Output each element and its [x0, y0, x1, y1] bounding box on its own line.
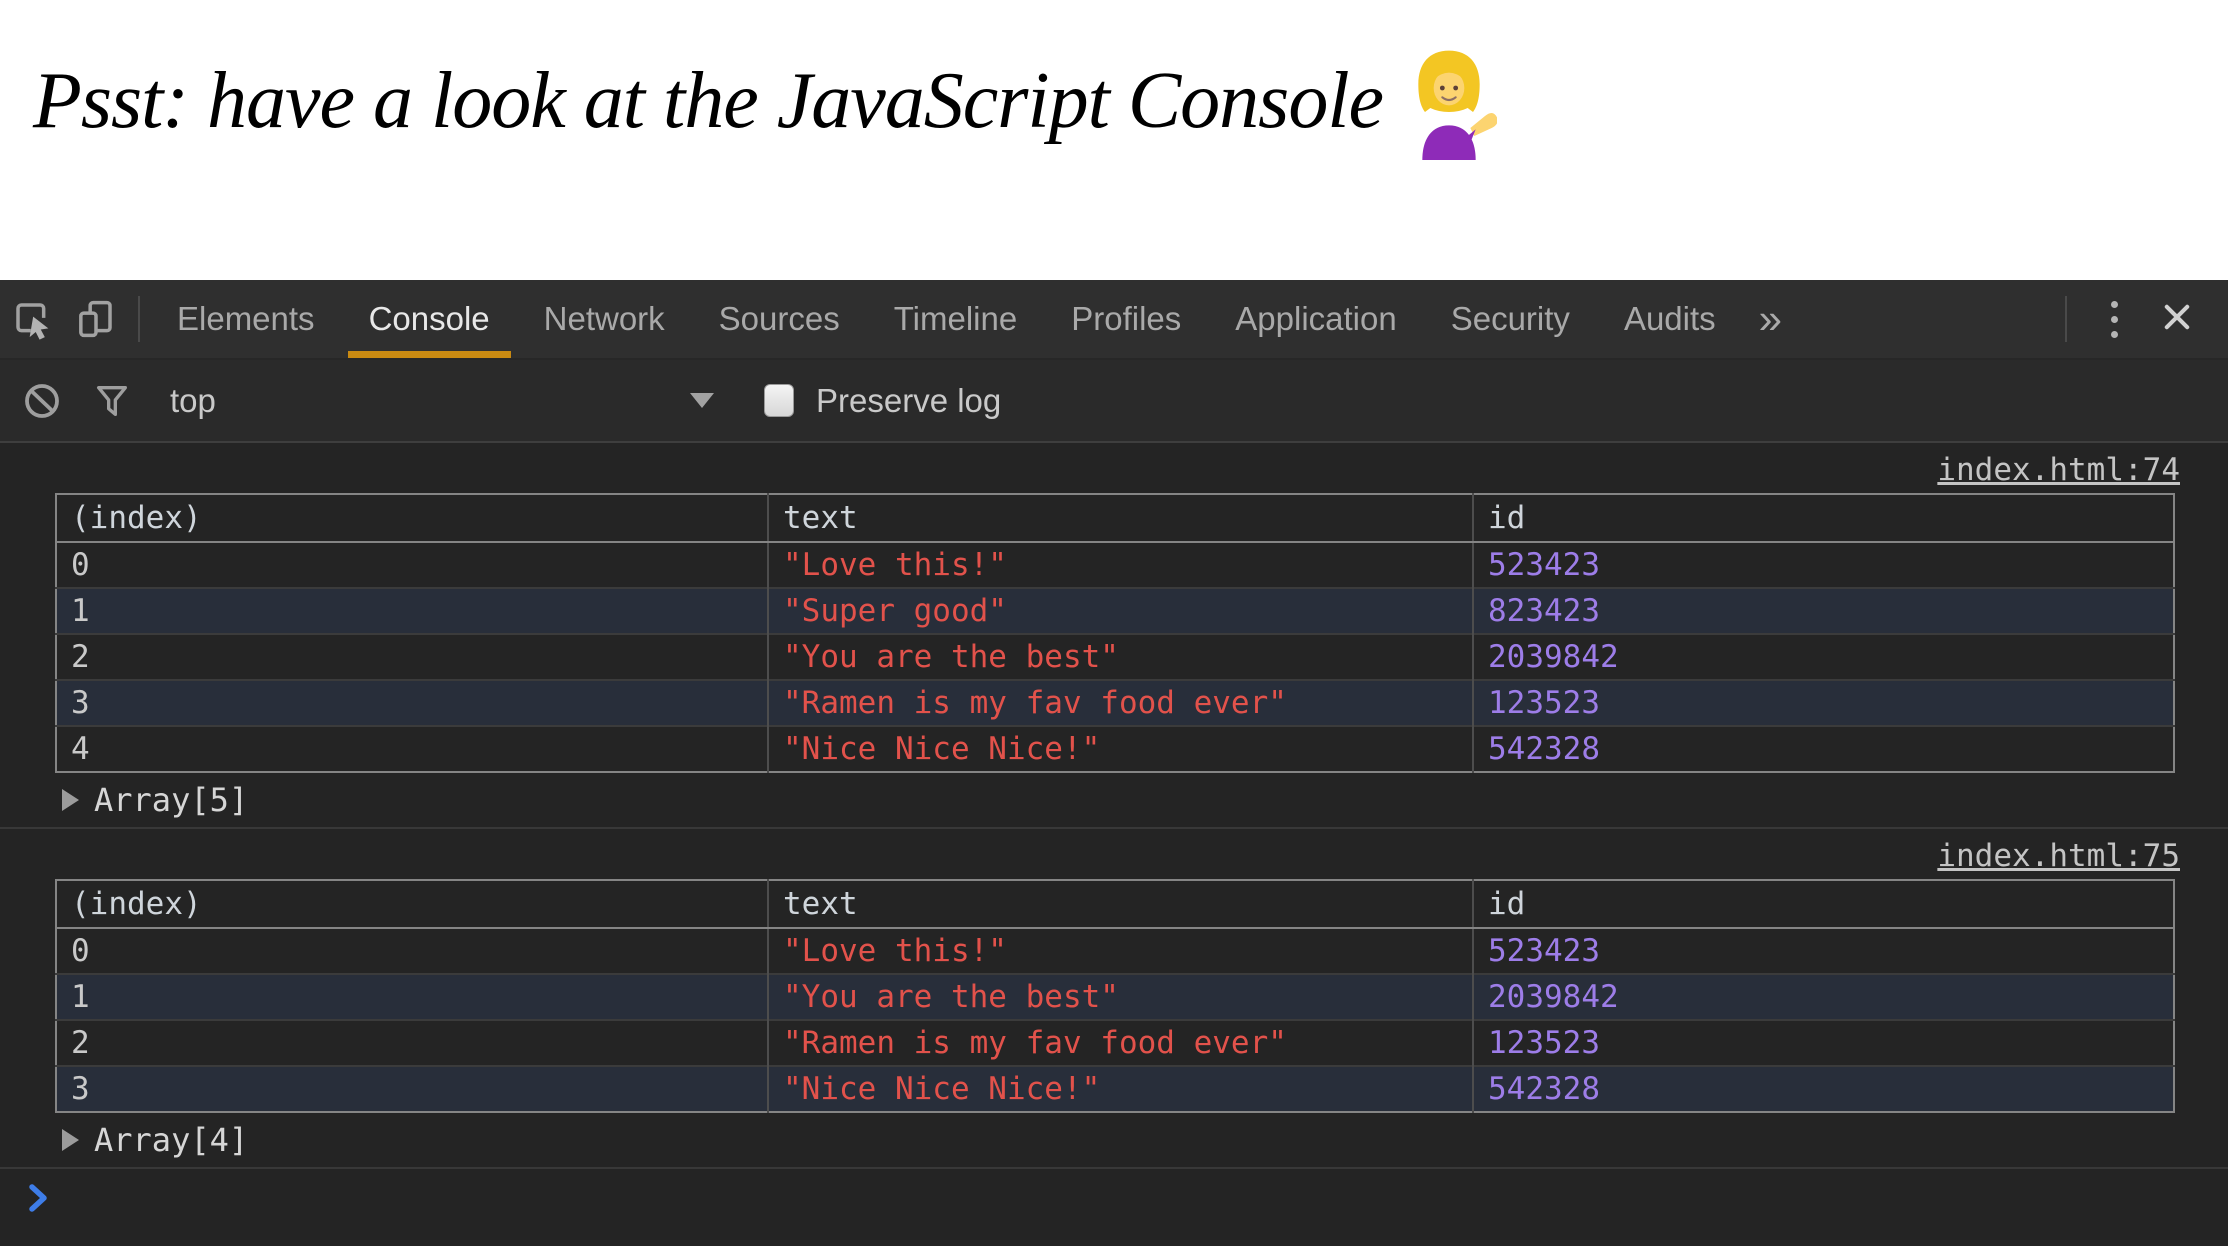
cell-index: 1 [56, 587, 769, 634]
devtools-panel: Elements Console Network Sources Timelin… [0, 280, 2228, 1246]
console-toolbar: top Preserve log [0, 360, 2228, 443]
console-prompt[interactable] [0, 1167, 2228, 1227]
tab-network[interactable]: Network [517, 280, 692, 358]
console-table: (index) text id 0 "Love this!" 523423 1 … [55, 493, 2175, 773]
expand-triangle-icon [62, 789, 79, 811]
cell-id: 2039842 [1473, 633, 2174, 680]
cell-text: "Super good" [768, 587, 1474, 634]
cell-id: 523423 [1488, 933, 1600, 969]
table-row: 1 "You are the best" 2039842 [56, 973, 2174, 1020]
table-header-row: (index) text id [56, 494, 2174, 543]
column-header-id[interactable]: id [1473, 494, 2174, 543]
page-title: Psst: have a look at the JavaScript Cons… [33, 42, 2228, 160]
tab-elements[interactable]: Elements [150, 280, 342, 358]
cell-id: 123523 [1473, 679, 2174, 726]
array-summary: Array[4] [94, 1121, 249, 1159]
devtools-menu-icon[interactable] [2077, 300, 2152, 338]
cell-text: "Love this!" [768, 928, 1474, 974]
inspect-element-icon[interactable] [0, 280, 64, 358]
tab-application[interactable]: Application [1208, 280, 1423, 358]
table-row: 2 "Ramen is my fav food ever" 123523 [56, 1019, 2174, 1066]
prompt-chevron-icon [29, 1184, 47, 1212]
tabbar-right-controls [2055, 280, 2228, 358]
preserve-log-checkbox[interactable] [764, 384, 794, 417]
console-message: index.html:75 (index) text id 0 "Love th… [0, 829, 2228, 1167]
column-header-id[interactable]: id [1473, 880, 2174, 929]
cell-text: "Nice Nice Nice!" [768, 1065, 1474, 1112]
cell-text: "You are the best" [768, 633, 1474, 680]
chevron-down-icon [690, 393, 714, 408]
column-header-index[interactable]: (index) [56, 880, 769, 929]
table-row: 4 "Nice Nice Nice!" 542328 [56, 725, 2174, 772]
execution-context-value: top [170, 381, 216, 419]
cell-text: "Nice Nice Nice!" [768, 725, 1474, 772]
devtools-tabbar: Elements Console Network Sources Timelin… [0, 280, 2228, 360]
array-expander[interactable]: Array[4] [0, 1113, 2228, 1167]
cell-index: 0 [56, 542, 769, 588]
execution-context-selector[interactable]: top [170, 382, 718, 420]
column-header-index[interactable]: (index) [56, 494, 769, 543]
clear-console-icon[interactable] [14, 373, 70, 429]
source-link-row: index.html:75 [0, 829, 2228, 879]
cell-id: 542328 [1473, 1065, 2174, 1112]
console-table: (index) text id 0 "Love this!" 523423 1 … [55, 879, 2175, 1113]
table-row: 3 "Ramen is my fav food ever" 123523 [56, 679, 2174, 726]
table-row: 0 "Love this!" 523423 [56, 928, 2174, 974]
cell-text: "Ramen is my fav food ever" [768, 1019, 1474, 1066]
cell-id: 523423 [1488, 547, 1600, 583]
source-link[interactable]: index.html:75 [1937, 838, 2180, 874]
cell-id: 542328 [1473, 725, 2174, 772]
tab-sources[interactable]: Sources [692, 280, 867, 358]
console-output: index.html:74 (index) text id 0 "Love th… [0, 443, 2228, 1227]
tab-security[interactable]: Security [1424, 280, 1597, 358]
array-summary: Array[5] [94, 781, 249, 819]
column-header-text[interactable]: text [768, 494, 1474, 543]
table-row: 1 "Super good" 823423 [56, 587, 2174, 634]
cell-id: 823423 [1473, 587, 2174, 634]
table-header-row: (index) text id [56, 880, 2174, 929]
array-expander[interactable]: Array[5] [0, 773, 2228, 827]
source-link-row: index.html:74 [0, 443, 2228, 493]
cell-index: 3 [56, 679, 769, 726]
person-tipping-hand-emoji [1418, 50, 1498, 160]
cell-index: 2 [56, 633, 769, 680]
cell-id: 2039842 [1473, 973, 2174, 1020]
tab-timeline[interactable]: Timeline [867, 280, 1044, 358]
more-tabs-chevron-icon[interactable]: » [1743, 280, 1798, 358]
device-toolbar-icon[interactable] [64, 280, 128, 358]
close-devtools-icon[interactable] [2152, 300, 2202, 339]
tabbar-right-divider [2065, 296, 2067, 342]
cell-index: 4 [56, 725, 769, 772]
tab-audits[interactable]: Audits [1597, 280, 1743, 358]
table-row: 3 "Nice Nice Nice!" 542328 [56, 1065, 2174, 1112]
cell-text: "Love this!" [768, 542, 1474, 588]
expand-triangle-icon [62, 1129, 79, 1151]
cell-id: 123523 [1473, 1019, 2174, 1066]
cell-text: "Ramen is my fav food ever" [768, 679, 1474, 726]
cell-index: 0 [56, 928, 769, 974]
page-header: Psst: have a look at the JavaScript Cons… [0, 0, 2228, 280]
filter-icon[interactable] [84, 373, 140, 429]
cell-text: "You are the best" [768, 973, 1474, 1020]
page-title-text: Psst: have a look at the JavaScript Cons… [33, 56, 1384, 145]
tabbar-divider [138, 296, 140, 342]
preserve-log-label[interactable]: Preserve log [816, 382, 1001, 420]
source-link[interactable]: index.html:74 [1937, 452, 2180, 488]
tab-profiles[interactable]: Profiles [1044, 280, 1208, 358]
cell-index: 1 [56, 973, 769, 1020]
table-row: 2 "You are the best" 2039842 [56, 633, 2174, 680]
column-header-text[interactable]: text [768, 880, 1474, 929]
cell-index: 3 [56, 1065, 769, 1112]
table-row: 0 "Love this!" 523423 [56, 542, 2174, 588]
console-message: index.html:74 (index) text id 0 "Love th… [0, 443, 2228, 829]
tab-console[interactable]: Console [342, 280, 517, 358]
cell-index: 2 [56, 1019, 769, 1066]
